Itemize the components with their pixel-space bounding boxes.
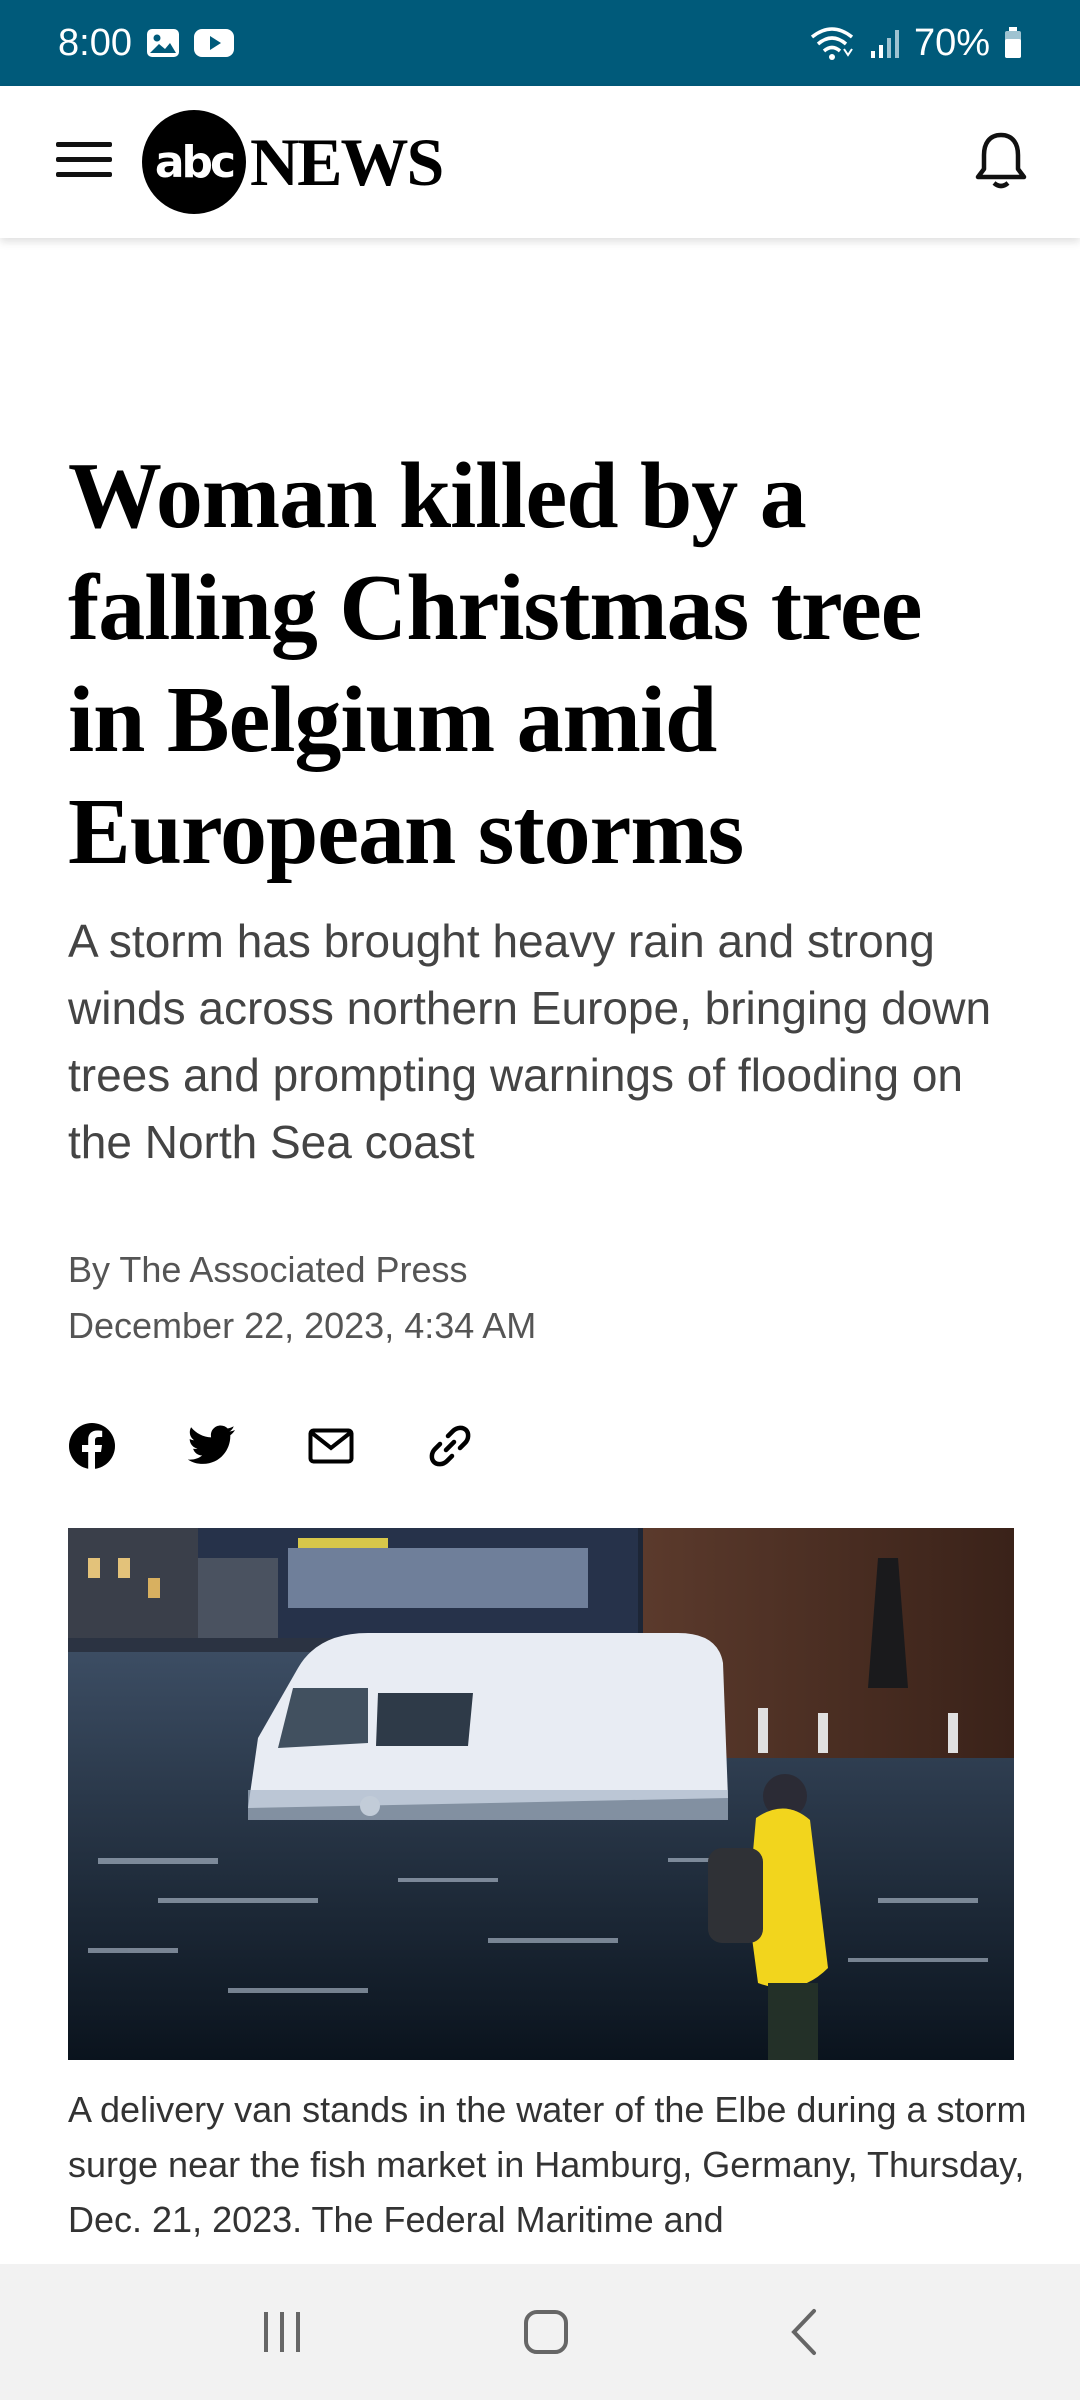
menu-icon[interactable] [54,138,114,187]
article-date: December 22, 2023, 4:34 AM [68,1305,537,1346]
email-icon[interactable] [308,1428,354,1464]
share-bar [68,1418,1018,1474]
battery-percent: 70% [913,21,990,64]
twitter-icon[interactable] [188,1425,236,1467]
wifi-icon [808,25,856,61]
logo-abc-mark: abc [142,110,246,214]
bell-icon[interactable] [972,129,1030,196]
status-bar: 8:00 70% [0,0,1080,86]
article-hero-image[interactable] [68,1528,1014,2060]
gallery-icon [146,28,180,58]
link-icon[interactable] [426,1422,474,1470]
signal-icon [870,27,900,59]
facebook-icon[interactable] [68,1422,116,1470]
youtube-icon [193,28,234,58]
byline: By The Associated Press December 22, 202… [68,1242,1018,1354]
logo-news-text: NEWS [250,123,444,200]
app-header: abc NEWS [0,86,1080,238]
article-headline: Woman killed by a falling Christmas tree… [68,444,922,884]
article: Woman killed by a falling Christmas tree… [68,440,1027,2247]
article-author[interactable]: By The Associated Press [68,1242,1018,1298]
abc-news-logo[interactable]: abc NEWS [142,110,444,214]
battery-icon [1004,27,1022,59]
back-icon[interactable] [786,2308,822,2356]
image-caption: A delivery van stands in the water of th… [68,2089,1027,2240]
article-dek: A storm has brought heavy rain and stron… [68,915,992,1168]
status-time: 8:00 [58,21,132,64]
home-icon[interactable] [522,2308,570,2356]
system-nav-bar [0,2264,1080,2400]
recent-apps-icon[interactable] [258,2310,306,2354]
